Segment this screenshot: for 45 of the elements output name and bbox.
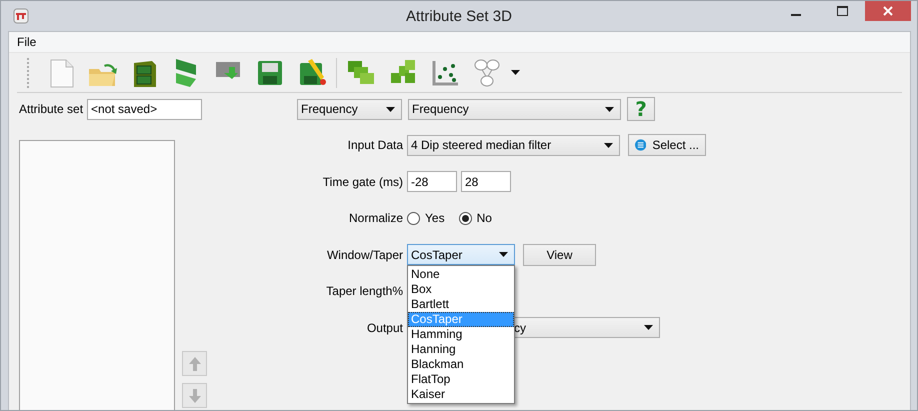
attribute-dropdown[interactable]: Frequency: [408, 98, 622, 120]
view-button[interactable]: View: [523, 244, 596, 266]
dropdown-option[interactable]: Hamming: [408, 326, 514, 342]
output-label: Output: [366, 320, 403, 335]
caret-icon: [386, 106, 396, 112]
category-dropdown[interactable]: Frequency: [297, 98, 402, 120]
dropdown-option[interactable]: Blackman: [408, 356, 514, 372]
attribute-set-label: Attribute set: [19, 102, 84, 116]
close-icon: [883, 6, 893, 16]
caret-icon: [511, 70, 520, 75]
window-taper-dropdown[interactable]: CosTaper: [407, 244, 515, 266]
list-icon: [635, 137, 646, 154]
normalize-radio[interactable]: Yes: [407, 211, 445, 226]
app-icon: [13, 8, 29, 24]
minimize-icon: [791, 14, 801, 16]
window-taper-label: Window/Taper: [326, 248, 403, 262]
maximize-icon: [836, 6, 848, 16]
down-arrow-icon: [188, 388, 202, 404]
caret-icon: [644, 325, 653, 330]
caret-icon: [604, 142, 613, 148]
close-button[interactable]: [865, 1, 911, 21]
menu-item[interactable]: File: [17, 35, 36, 49]
attribute-set-field[interactable]: <not saved>: [87, 98, 202, 120]
move-up-button[interactable]: [182, 351, 207, 376]
move-down-button[interactable]: [182, 383, 207, 408]
time-gate-end-field[interactable]: 28: [461, 171, 511, 192]
window-title: Attribute Set 3D: [405, 8, 513, 24]
dropdown-option[interactable]: Kaiser: [408, 386, 514, 402]
up-arrow-icon: [188, 356, 202, 372]
time-gate-start-field[interactable]: -28: [407, 171, 457, 192]
dropdown-option[interactable]: Bartlett: [408, 296, 514, 312]
dropdown-option[interactable]: None: [408, 266, 514, 282]
taper-length-label: Taper length%: [326, 284, 403, 298]
caret-icon: [499, 252, 508, 258]
help-button[interactable]: ?: [627, 97, 656, 121]
time-gate-label: Time gate (ms): [322, 174, 403, 189]
dropdown-option[interactable]: Hanning: [408, 342, 514, 357]
normalize-radio[interactable]: No: [458, 211, 492, 226]
caret-icon: [605, 106, 614, 112]
normalize-label: Normalize: [348, 211, 403, 226]
dropdown-option[interactable]: FlatTop: [408, 372, 514, 387]
dropdown-option[interactable]: Box: [408, 282, 514, 297]
select-button[interactable]: Select ...: [628, 134, 706, 156]
input-data-dropdown[interactable]: 4 Dip steered median filter: [407, 134, 620, 156]
input-data-label: Input Data: [348, 138, 403, 152]
